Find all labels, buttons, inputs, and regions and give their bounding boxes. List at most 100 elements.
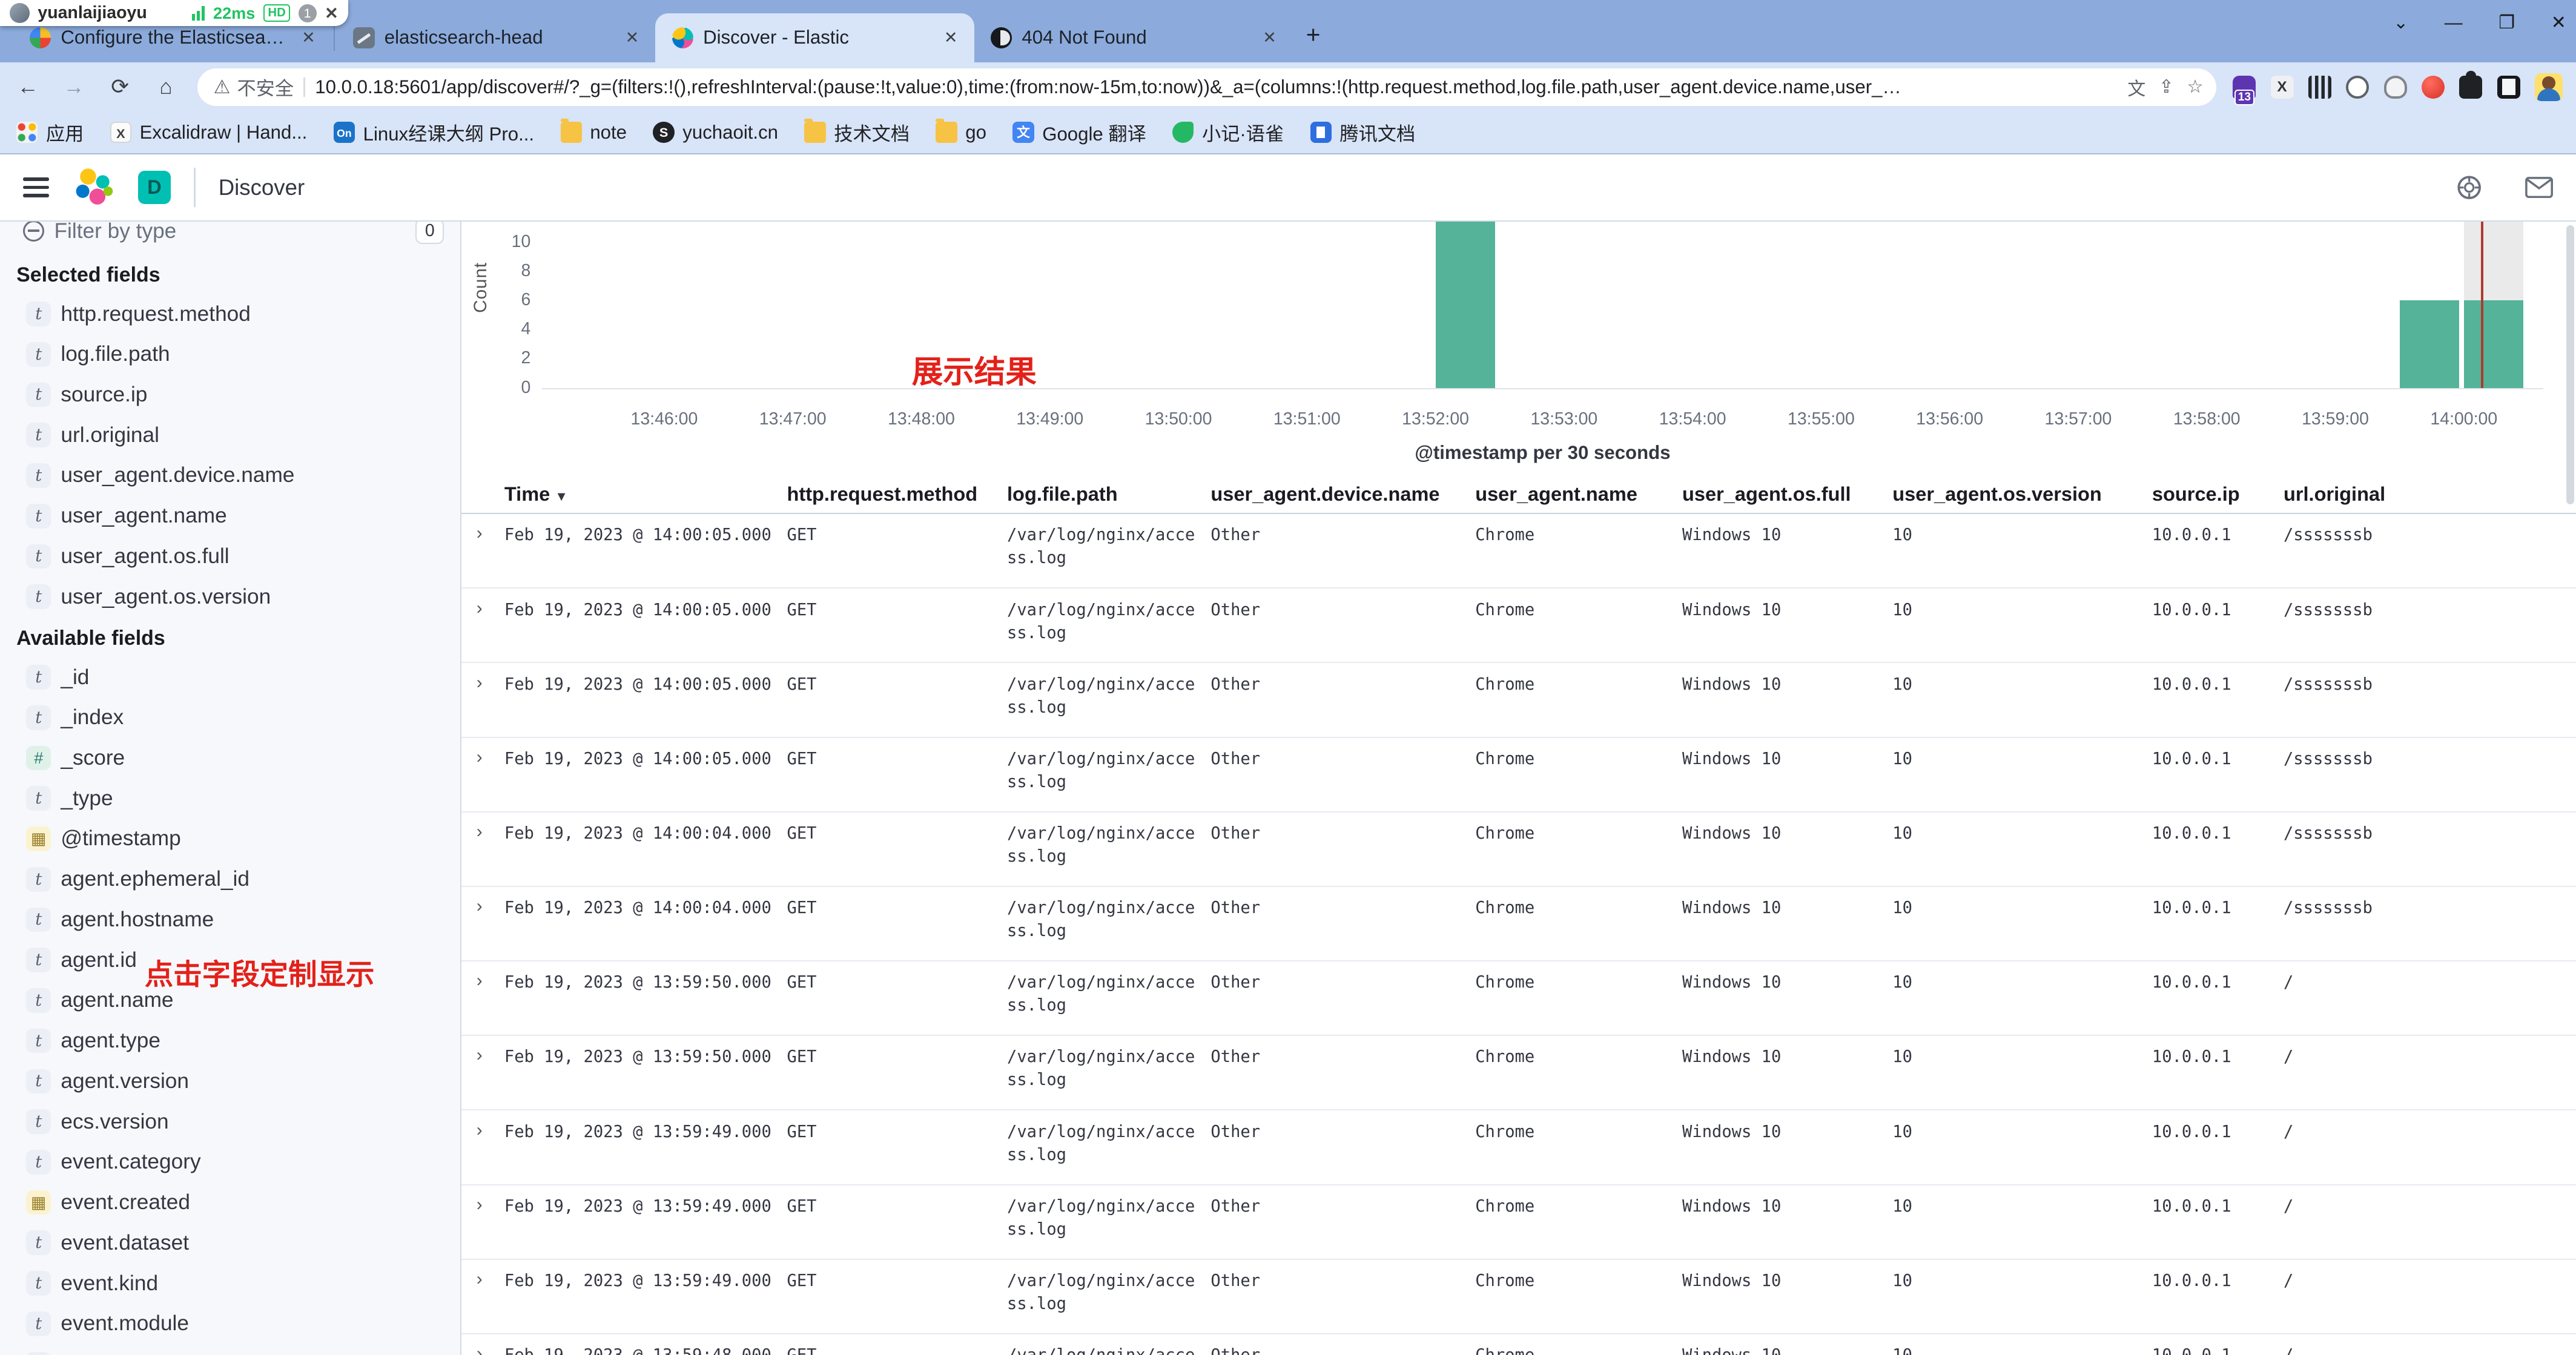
bookmark-item[interactable]: Linux经课大纲 Pro... (334, 119, 534, 146)
back-icon[interactable]: ← (13, 75, 43, 99)
sort-desc-icon[interactable]: ▼ (555, 489, 567, 504)
lightbulb-extension-icon[interactable] (2384, 76, 2407, 99)
expand-row-icon[interactable]: › (477, 524, 504, 544)
elastic-logo[interactable] (72, 166, 115, 209)
tab-elasticsearch-head[interactable]: elasticsearch-head ✕ (337, 13, 655, 62)
bookmark-item[interactable]: yuchaoit.cn (653, 122, 778, 143)
tab-close-icon[interactable]: ✕ (940, 28, 961, 47)
histogram-bar[interactable] (2464, 300, 2523, 387)
column-header[interactable]: http.request.method (787, 483, 1007, 506)
histogram-bar[interactable] (2400, 300, 2459, 387)
remote-control-overlay[interactable]: yuanlaijiaoyu 22ms HD 1 ✕ (0, 0, 348, 26)
close-window-icon[interactable]: ✕ (2551, 7, 2566, 39)
column-header[interactable]: url.original (2284, 483, 2576, 506)
bookmark-item[interactable]: go (936, 122, 986, 143)
bookmark-item[interactable]: 应用 (16, 119, 84, 146)
histogram-bar[interactable] (1436, 222, 1495, 388)
home-icon[interactable]: ⌂ (151, 75, 181, 99)
column-header[interactable]: user_agent.name (1475, 483, 1682, 506)
column-header[interactable]: user_agent.os.full (1682, 483, 1892, 506)
tab-404-not-found[interactable]: 404 Not Found ✕ (974, 13, 1293, 62)
filter-by-type[interactable]: Filter by type 0 (0, 222, 460, 254)
square-extension-icon[interactable] (2497, 76, 2520, 99)
expand-row-icon[interactable]: › (477, 1121, 504, 1141)
field-item[interactable]: event.created (0, 1182, 460, 1223)
security-chip[interactable]: ⚠ 不安全 (214, 73, 294, 101)
column-header[interactable]: source.ip (2152, 483, 2284, 506)
field-item[interactable]: http.request.method (0, 294, 460, 334)
field-item[interactable]: _id (0, 657, 460, 697)
info-icon[interactable]: 1 (299, 4, 317, 22)
field-item[interactable]: agent.type (0, 1021, 460, 1061)
field-item[interactable]: event.category (0, 1142, 460, 1182)
field-item[interactable]: url.original (0, 415, 460, 455)
ghost-extension-icon[interactable]: 13 (2233, 76, 2256, 99)
expand-row-icon[interactable]: › (477, 599, 504, 619)
column-header[interactable]: user_agent.os.version (1892, 483, 2152, 506)
plot-area[interactable] (542, 222, 2543, 389)
excalidraw-extension-icon[interactable]: X (2271, 76, 2294, 99)
column-header[interactable]: log.file.path (1007, 483, 1210, 506)
field-item[interactable]: user_agent.device.name (0, 455, 460, 496)
field-item[interactable]: _type (0, 778, 460, 819)
expand-row-icon[interactable]: › (477, 1344, 504, 1355)
expand-row-icon[interactable]: › (477, 1195, 504, 1215)
field-item[interactable]: event.kind (0, 1263, 460, 1304)
column-header[interactable]: user_agent.device.name (1210, 483, 1475, 506)
tab-discover-elastic[interactable]: Discover - Elastic ✕ (655, 13, 974, 62)
field-item[interactable]: agent.ephemeral_id (0, 859, 460, 900)
field-item[interactable]: _score (0, 738, 460, 779)
hd-quality-badge[interactable]: HD (263, 4, 290, 21)
expand-row-icon[interactable]: › (477, 748, 504, 768)
share-icon[interactable]: ⇪ (2159, 76, 2174, 97)
expand-row-icon[interactable]: › (477, 897, 504, 917)
bars-extension-icon[interactable] (2308, 76, 2331, 99)
new-tab-button[interactable]: + (1306, 21, 1321, 49)
expand-row-icon[interactable]: › (477, 822, 504, 842)
tab-close-icon[interactable]: ✕ (1260, 28, 1280, 47)
bookmark-item[interactable]: 腾讯文档 (1310, 119, 1416, 146)
red-ball-extension-icon[interactable] (2422, 76, 2445, 99)
address-bar[interactable]: ⚠ 不安全 10.0.0.18:5601/app/discover#/?_g=(… (197, 68, 2217, 106)
field-item[interactable]: agent.version (0, 1061, 460, 1101)
field-item[interactable]: source.ip (0, 375, 460, 415)
expand-row-icon[interactable]: › (477, 971, 504, 991)
bookmark-star-icon[interactable]: ☆ (2187, 76, 2204, 97)
field-item[interactable]: event.module (0, 1304, 460, 1344)
bookmark-item[interactable]: note (561, 122, 627, 143)
field-item[interactable]: ecs.version (0, 1101, 460, 1142)
minimize-window-icon[interactable]: — (2445, 7, 2463, 39)
field-item[interactable]: user_agent.os.full (0, 536, 460, 577)
tab-close-icon[interactable]: ✕ (299, 28, 319, 47)
circle-extension-icon[interactable] (2346, 76, 2369, 99)
mail-icon[interactable] (2525, 177, 2553, 198)
field-item[interactable]: user_agent.os.version (0, 576, 460, 617)
expand-row-icon[interactable]: › (477, 1270, 504, 1290)
field-item[interactable]: event.dataset (0, 1222, 460, 1263)
space-avatar[interactable]: D (138, 171, 171, 203)
url-text[interactable]: 10.0.0.18:5601/app/discover#/?_g=(filter… (315, 76, 2114, 98)
forward-icon[interactable]: → (59, 75, 89, 99)
tab-search-chevron-icon[interactable]: ⌄ (2393, 7, 2408, 39)
field-item[interactable]: log.file.path (0, 334, 460, 375)
translate-icon[interactable]: 文 (2127, 74, 2145, 101)
expand-row-icon[interactable]: › (477, 673, 504, 693)
field-item[interactable]: agent.hostname (0, 900, 460, 940)
bookmark-item[interactable]: 小记·语雀 (1172, 119, 1284, 146)
restore-window-icon[interactable]: ❐ (2498, 7, 2515, 39)
field-item[interactable]: @timestamp (0, 819, 460, 859)
menu-hamburger-icon[interactable] (23, 177, 49, 197)
expand-row-icon[interactable]: › (477, 1046, 504, 1066)
overlay-close-icon[interactable]: ✕ (325, 4, 339, 23)
bookmark-item[interactable]: 技术文档 (804, 119, 910, 146)
bookmark-item[interactable]: Excalidraw | Hand... (110, 122, 308, 143)
profile-avatar[interactable] (2535, 73, 2563, 101)
page-scrollbar[interactable] (2566, 225, 2575, 504)
field-item[interactable]: _index (0, 697, 460, 738)
extensions-puzzle-icon[interactable] (2459, 76, 2482, 99)
column-header-time[interactable]: Time▼ (504, 483, 787, 506)
bookmark-item[interactable]: Google 翻译 (1012, 119, 1146, 146)
field-item[interactable]: user_agent.name (0, 496, 460, 536)
field-item[interactable]: event.outcome (0, 1344, 460, 1355)
reload-icon[interactable]: ⟳ (105, 74, 135, 99)
